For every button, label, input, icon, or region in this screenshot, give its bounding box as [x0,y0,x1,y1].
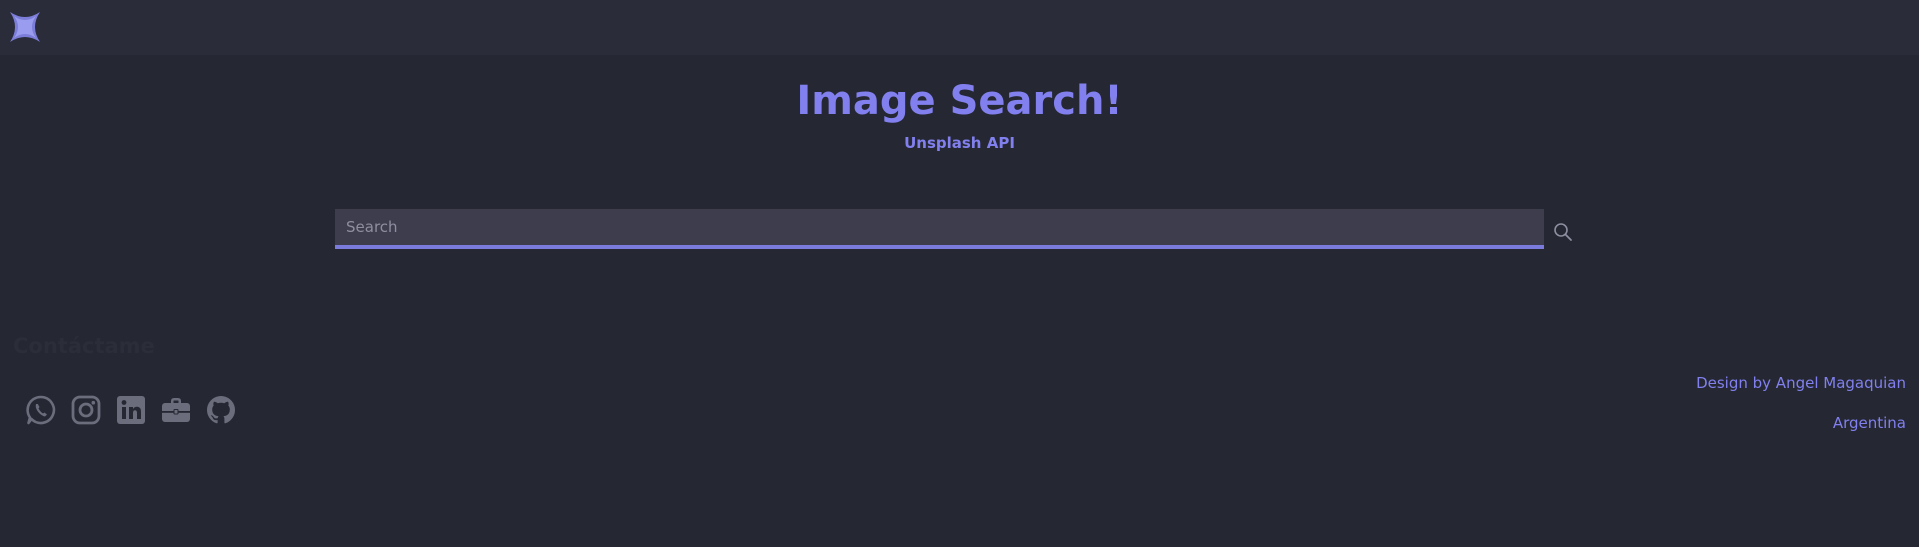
footer-credit: Design by Angel Magaquian [1696,374,1906,392]
briefcase-icon[interactable] [160,394,192,426]
search-icon[interactable] [1552,221,1574,243]
contact-heading: Contáctame [13,334,155,358]
search-bar [335,209,1544,249]
github-icon[interactable] [205,394,237,426]
star-logo-icon[interactable] [8,10,42,44]
search-input[interactable] [335,209,1544,245]
footer-country: Argentina [1832,414,1906,432]
page-title: Image Search! [796,78,1123,124]
linkedin-icon[interactable] [115,394,147,426]
top-navbar [0,0,1919,55]
page-subtitle: Unsplash API [904,134,1015,152]
instagram-icon[interactable] [70,394,102,426]
whatsapp-icon[interactable] [25,394,57,426]
